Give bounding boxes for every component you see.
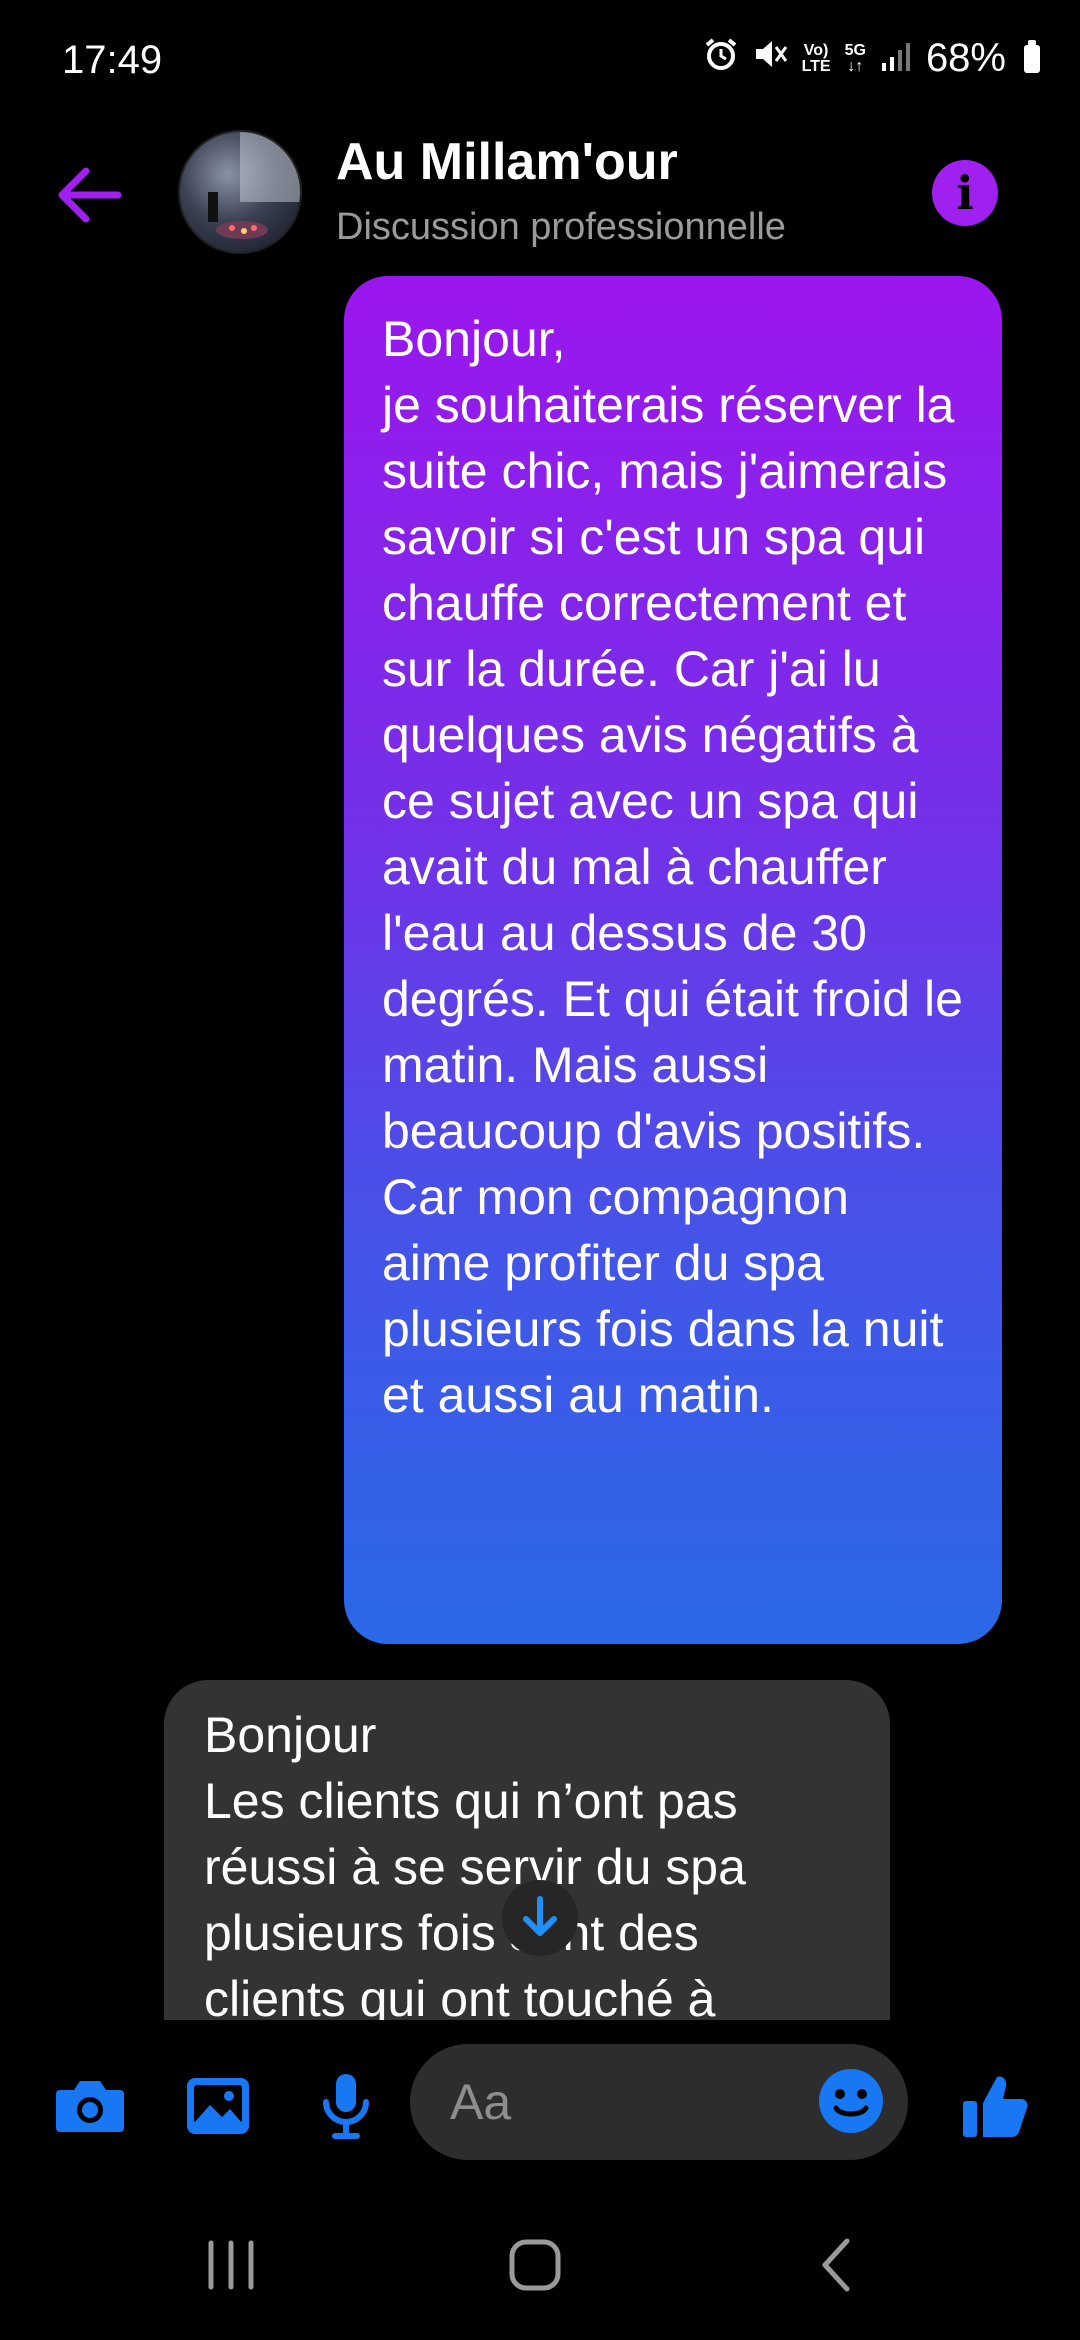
status-icons: Vo) LTE 5G ↓↑ 68% [704, 36, 1040, 81]
microphone-button[interactable] [308, 2068, 384, 2144]
message-list[interactable]: Bonjour, je souhaiterais réserver la sui… [0, 270, 1080, 2020]
system-navigation-bar [0, 2190, 1080, 2340]
message-input[interactable] [448, 2072, 792, 2132]
recent-apps-icon [208, 2240, 254, 2290]
message-input-box[interactable] [410, 2044, 908, 2160]
5g-icon: 5G ↓↑ [844, 41, 866, 75]
scroll-to-bottom-button[interactable] [502, 1880, 578, 1956]
conversation-subtitle: Discussion professionnelle [336, 206, 786, 248]
avatar-photo [208, 132, 300, 239]
emoji-button[interactable] [816, 2066, 886, 2136]
back-button[interactable] [52, 160, 128, 230]
thumbs-up-icon [963, 2076, 1028, 2137]
status-bar: 17:49 Vo) LTE 5G ↓↑ 68% [0, 0, 1080, 120]
emoji-icon [819, 2069, 883, 2133]
page-title: Au Millam'our [336, 133, 678, 191]
signal-icon [880, 36, 912, 81]
composer [0, 2020, 1080, 2190]
gallery-button[interactable] [180, 2068, 256, 2144]
camera-button[interactable] [52, 2068, 128, 2144]
conversation-header: Au Millam'our Discussion professionnelle… [0, 120, 1080, 270]
alarm-icon [704, 36, 738, 81]
camera-icon [56, 2081, 124, 2132]
microphone-icon [323, 2074, 369, 2139]
home-icon [509, 2239, 561, 2291]
gallery-icon [187, 2078, 249, 2134]
incoming-message[interactable]: Bonjour Les clients qui n’ont pas réussi… [164, 1680, 890, 2020]
system-back-button[interactable] [792, 2230, 882, 2300]
arrow-left-icon [58, 167, 122, 223]
mute-icon [752, 36, 788, 81]
info-icon: i [956, 166, 974, 220]
avatar[interactable] [178, 130, 302, 254]
recent-apps-button[interactable] [186, 2230, 276, 2300]
back-icon [822, 2238, 850, 2292]
arrow-down-icon [523, 1896, 557, 1936]
battery-icon [1024, 39, 1040, 73]
home-button[interactable] [490, 2230, 580, 2300]
volte-icon: Vo) LTE [801, 41, 831, 75]
like-button[interactable] [956, 2068, 1032, 2144]
outgoing-message[interactable]: Bonjour, je souhaiterais réserver la sui… [344, 276, 1002, 1644]
battery-percent: 68% [925, 36, 1006, 80]
info-button[interactable]: i [932, 160, 998, 226]
status-time: 17:49 [62, 38, 163, 82]
